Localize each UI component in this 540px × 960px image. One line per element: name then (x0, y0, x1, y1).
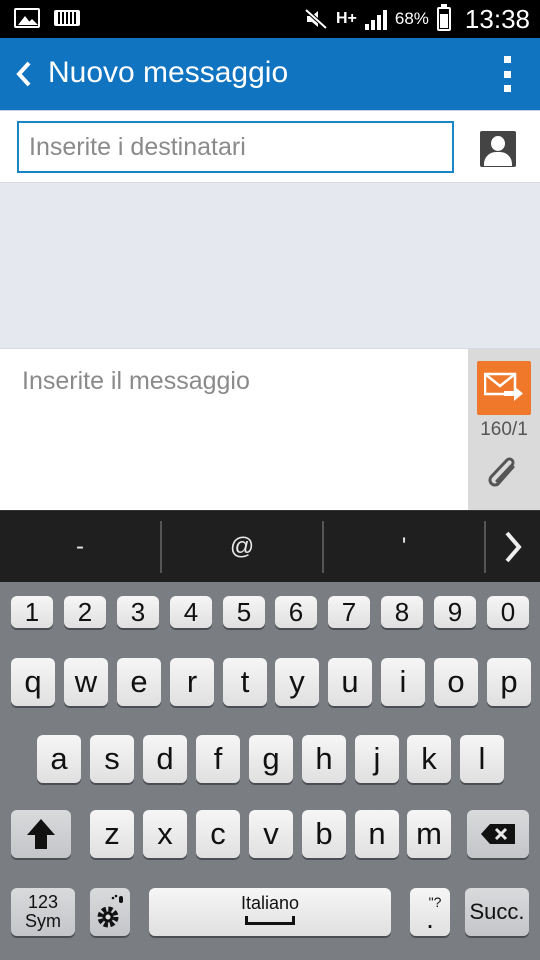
keyboard-icon (54, 10, 80, 26)
space-icon (245, 916, 295, 925)
recipient-row (0, 110, 540, 182)
battery-percent: 68% (394, 9, 429, 28)
key-g[interactable]: g (249, 735, 293, 783)
symbols-line-1: 123 (27, 892, 59, 912)
character-counter: 160/1 (480, 419, 528, 440)
key-v[interactable]: v (249, 810, 293, 858)
suggestion-bar: - @ ' (0, 510, 540, 582)
divider (484, 521, 486, 573)
key-b[interactable]: b (302, 810, 346, 858)
clock: 13:38 (464, 3, 530, 34)
key-z[interactable]: z (90, 810, 134, 858)
shift-arrow-icon (27, 819, 55, 849)
settings-button[interactable] (90, 888, 130, 936)
key-o[interactable]: o (434, 658, 478, 706)
symbols-button[interactable]: 123 Sym (11, 888, 75, 936)
suggestion-item[interactable]: - (0, 511, 160, 583)
suggestion-item[interactable]: @ (162, 511, 322, 583)
signal-icon (364, 8, 387, 30)
key-d[interactable]: d (143, 735, 187, 783)
contact-icon[interactable] (480, 131, 516, 167)
key-7[interactable]: 7 (328, 596, 370, 628)
period-label: . (426, 903, 434, 934)
keyboard: 1 2 3 4 5 6 7 8 9 0 q w e r t y u i o p … (0, 582, 540, 960)
app-bar: Nuovo messaggio (0, 38, 540, 110)
next-button-label: Succ. (469, 899, 525, 924)
recipient-input[interactable] (17, 121, 454, 173)
key-e[interactable]: e (117, 658, 161, 706)
paperclip-icon[interactable] (486, 455, 522, 495)
next-button[interactable]: Succ. (465, 888, 529, 936)
picture-icon (14, 8, 40, 28)
key-k[interactable]: k (407, 735, 451, 783)
settings-gear-icon (97, 894, 123, 928)
status-bar: H+ 68% 13:38 (0, 0, 540, 38)
message-input[interactable] (0, 349, 468, 511)
key-5[interactable]: 5 (223, 596, 265, 628)
key-i[interactable]: i (381, 658, 425, 706)
key-q[interactable]: q (11, 658, 55, 706)
key-x[interactable]: x (143, 810, 187, 858)
chevron-left-icon[interactable] (14, 60, 34, 88)
network-hplus-icon: H+ (335, 10, 357, 27)
conversation-area (0, 182, 540, 348)
key-9[interactable]: 9 (434, 596, 476, 628)
key-h[interactable]: h (302, 735, 346, 783)
key-n[interactable]: n (355, 810, 399, 858)
period-button[interactable]: "? . (410, 888, 450, 936)
backspace-button[interactable] (467, 810, 529, 858)
compose-area: 160/1 (0, 348, 540, 511)
send-button[interactable] (477, 361, 531, 415)
key-s[interactable]: s (90, 735, 134, 783)
symbols-line-2: Sym (25, 911, 61, 931)
key-4[interactable]: 4 (170, 596, 212, 628)
key-t[interactable]: t (223, 658, 267, 706)
key-2[interactable]: 2 (64, 596, 106, 628)
key-1[interactable]: 1 (11, 596, 53, 628)
space-bar-label: Italiano (240, 893, 300, 913)
page-title[interactable]: Nuovo messaggio (48, 56, 288, 90)
suggestion-item[interactable]: ' (324, 511, 484, 583)
key-r[interactable]: r (170, 658, 214, 706)
compose-sidebar: 160/1 (468, 349, 540, 511)
key-p[interactable]: p (487, 658, 531, 706)
key-8[interactable]: 8 (381, 596, 423, 628)
key-3[interactable]: 3 (117, 596, 159, 628)
key-c[interactable]: c (196, 810, 240, 858)
battery-icon (436, 4, 451, 31)
mute-icon (304, 8, 328, 30)
key-6[interactable]: 6 (275, 596, 317, 628)
key-l[interactable]: l (460, 735, 504, 783)
key-f[interactable]: f (196, 735, 240, 783)
key-u[interactable]: u (328, 658, 372, 706)
key-0[interactable]: 0 (487, 596, 529, 628)
send-message-icon (484, 372, 523, 401)
space-bar[interactable]: Italiano (149, 888, 391, 936)
backspace-icon (481, 824, 515, 844)
shift-button[interactable] (11, 810, 71, 858)
key-y[interactable]: y (275, 658, 319, 706)
key-a[interactable]: a (37, 735, 81, 783)
key-w[interactable]: w (64, 658, 108, 706)
more-vertical-icon[interactable] (502, 56, 512, 92)
chevron-right-icon[interactable] (498, 529, 528, 565)
key-m[interactable]: m (407, 810, 451, 858)
key-j[interactable]: j (355, 735, 399, 783)
